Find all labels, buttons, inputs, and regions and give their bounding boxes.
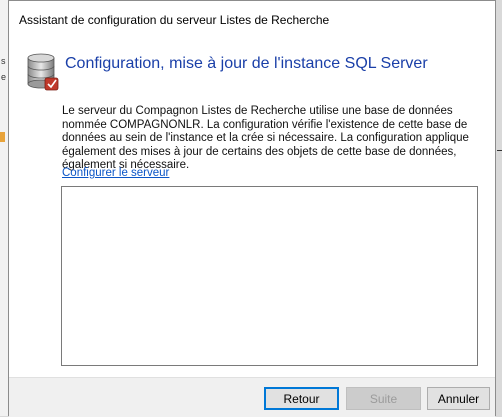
- button-bar: Retour Suite Annuler: [9, 377, 495, 417]
- back-button[interactable]: Retour: [264, 387, 339, 410]
- database-server-icon: [27, 53, 59, 91]
- output-log-box[interactable]: [61, 186, 478, 366]
- background-tick: [497, 150, 502, 151]
- cancel-button[interactable]: Annuler: [427, 387, 490, 410]
- background-orange-marker: [0, 132, 5, 142]
- next-button[interactable]: Suite: [346, 387, 421, 410]
- background-glyph: s: [1, 56, 6, 66]
- title-bar[interactable]: Assistant de configuration du serveur Li…: [9, 1, 495, 39]
- background-glyph: e: [1, 72, 7, 82]
- page-title: Configuration, mise à jour de l'instance…: [65, 55, 428, 72]
- configure-server-link[interactable]: Configurer le serveur: [62, 167, 169, 179]
- configuration-wizard-dialog: Assistant de configuration du serveur Li…: [8, 0, 496, 417]
- description-text: Le serveur du Compagnon Listes de Recher…: [62, 105, 469, 172]
- window-title: Assistant de configuration du serveur Li…: [19, 13, 330, 27]
